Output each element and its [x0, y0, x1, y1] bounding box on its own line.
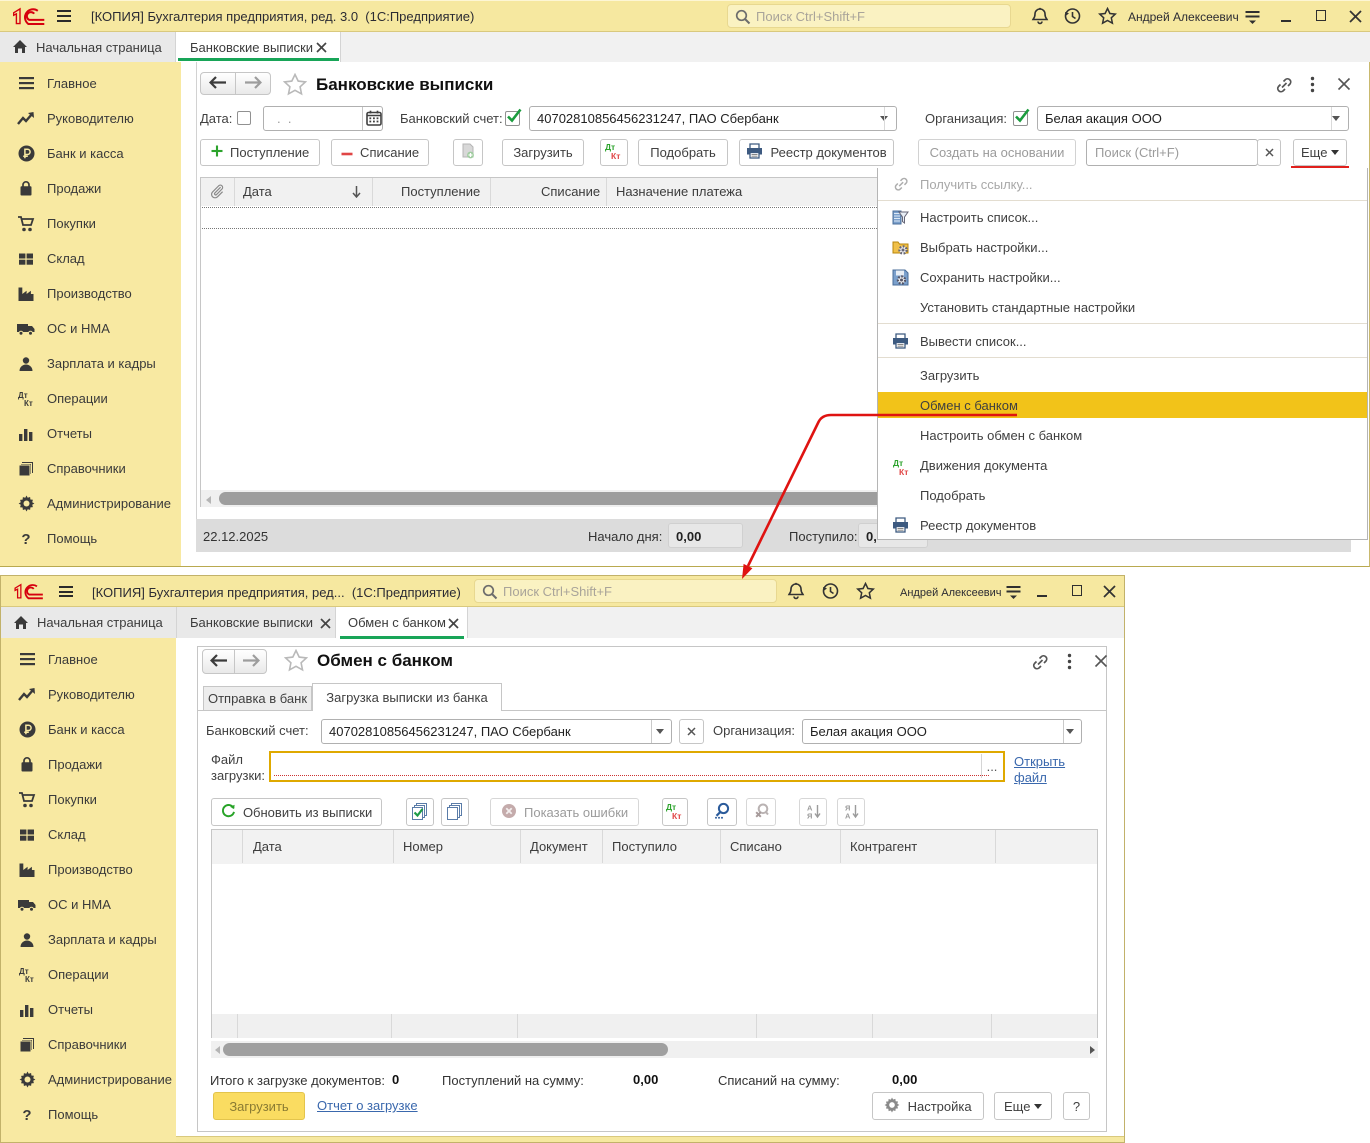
svg-text:Кт: Кт: [24, 399, 33, 407]
svg-text:Кт: Кт: [899, 467, 908, 477]
svg-text:?: ?: [22, 1107, 31, 1123]
svg-text:Я: Я: [807, 811, 812, 819]
svg-text:?: ?: [21, 531, 30, 547]
svg-text:Кт: Кт: [25, 975, 34, 983]
svg-text:Кт: Кт: [672, 811, 681, 821]
svg-text:Кт: Кт: [611, 151, 620, 161]
svg-text:А: А: [845, 811, 851, 819]
